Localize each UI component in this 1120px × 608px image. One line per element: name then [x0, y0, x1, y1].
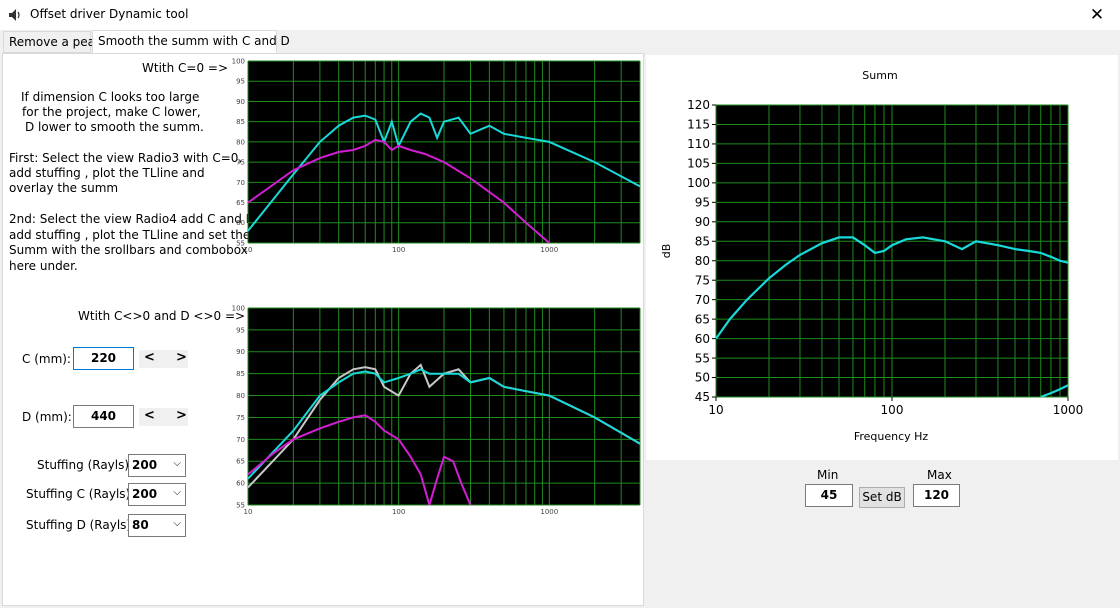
- window-title: Offset driver Dynamic tool: [30, 7, 189, 21]
- intro-line: D lower to smooth the summ.: [25, 120, 204, 134]
- y-tick-label: 85: [695, 234, 710, 248]
- y-tick-label: 70: [236, 179, 245, 187]
- y-tick-label: 105: [687, 157, 710, 171]
- y-tick-label: 100: [232, 305, 245, 312]
- y-tick-label: 65: [236, 458, 245, 466]
- y-tick-label: 100: [232, 58, 245, 65]
- instruction-line: 2nd: Select the view Radio4 add C and D,: [9, 212, 259, 226]
- y-tick-label: 80: [695, 254, 710, 268]
- y-tick-label: 75: [695, 273, 710, 287]
- y-tick-label: 80: [236, 138, 245, 146]
- plot-area: [715, 104, 1069, 398]
- instruction-line: add stuffing , plot the TLline and: [9, 166, 205, 180]
- y-tick-label: 90: [236, 348, 245, 356]
- y-tick-label: 70: [695, 293, 710, 307]
- scroll-right-icon[interactable]: >: [176, 408, 187, 423]
- y-tick-label: 60: [236, 480, 245, 488]
- stuffing-c-combobox[interactable]: 200 ⌵: [128, 483, 186, 506]
- max-label: Max: [927, 468, 952, 482]
- scroll-left-icon[interactable]: <: [144, 350, 155, 365]
- instruction-line: overlay the summ: [9, 181, 119, 195]
- scroll-right-icon[interactable]: >: [176, 350, 187, 365]
- first-instructions: First: Select the view Radio3 with C=0, …: [9, 151, 242, 196]
- chevron-down-icon[interactable]: ⌵: [173, 487, 181, 498]
- y-tick-label: 50: [695, 371, 710, 385]
- y-tick-label: 55: [695, 351, 710, 365]
- stuffing-label: Stuffing (Rayls):: [37, 458, 134, 472]
- x-tick-label: 100: [392, 508, 405, 516]
- y-tick-label: 90: [695, 215, 710, 229]
- min-label: Min: [817, 468, 839, 482]
- y-tick-label: 120: [687, 98, 710, 112]
- x-tick-label: 100: [881, 403, 904, 417]
- title-bar: Offset driver Dynamic tool ✕: [0, 0, 1120, 30]
- x-tick-label: 10: [244, 508, 253, 516]
- tab-smooth-the-summ[interactable]: Smooth the summ with C and D: [92, 30, 290, 53]
- x-tick-label: 10: [708, 403, 723, 417]
- y-tick-label: 75: [236, 414, 245, 422]
- stuffing-combobox[interactable]: 200 ⌵: [128, 454, 186, 477]
- y-tick-label: 65: [695, 312, 710, 326]
- stuffing-value: 200: [132, 458, 158, 472]
- chevron-down-icon[interactable]: ⌵: [173, 458, 181, 469]
- y-tick-label: 95: [236, 326, 245, 334]
- y-tick-label: 70: [236, 436, 245, 444]
- y-tick-label: 65: [236, 199, 245, 207]
- y-tick-label: 85: [236, 118, 245, 126]
- y-tick-label: 95: [695, 196, 710, 210]
- summ-chart: 120115110105100959085807570656055504510 1…: [660, 69, 1084, 443]
- y-tick-label: 80: [236, 392, 245, 400]
- stuffing-d-combobox[interactable]: 80 ⌵: [128, 514, 186, 537]
- y-tick-label: 100: [687, 176, 710, 190]
- plot-area: [247, 60, 641, 244]
- y-tick-label: 85: [236, 370, 245, 378]
- d-scrollbar[interactable]: < >: [139, 408, 188, 426]
- stuffing-c-value: 200: [132, 487, 158, 501]
- intro-line: for the project, make C lower,: [22, 105, 201, 119]
- instruction-line: add stuffing , plot the TLline and set t…: [9, 227, 251, 242]
- close-button[interactable]: ✕: [1074, 0, 1120, 30]
- instruction-line: First: Select the view Radio3 with C=0,: [9, 151, 243, 165]
- max-db-input[interactable]: 120: [913, 484, 960, 507]
- summ-title: Summ: [862, 69, 897, 82]
- intro-line: If dimension C looks too large: [21, 90, 200, 104]
- y-tick-label: 95: [236, 78, 245, 86]
- c-input[interactable]: 220: [73, 347, 134, 370]
- x-axis-label: Frequency Hz: [854, 430, 929, 443]
- y-tick-label: 115: [687, 118, 710, 132]
- d-input[interactable]: 440: [73, 405, 134, 428]
- stuffing-d-value: 80: [132, 518, 149, 532]
- plot-c0: 10095908580757065605510 100 1000: [232, 58, 641, 254]
- intro-text: If dimension C looks too large for the p…: [21, 90, 204, 135]
- c-scrollbar[interactable]: < >: [139, 350, 188, 368]
- min-db-input[interactable]: 45: [805, 484, 853, 507]
- x-tick-label: 1000: [540, 508, 558, 516]
- x-tick-label: 1000: [540, 246, 558, 254]
- y-tick-label: 110: [687, 137, 710, 151]
- instruction-line: here under.: [9, 258, 78, 273]
- x-tick-label: 100: [392, 246, 405, 254]
- x-tick-label: 10: [244, 246, 253, 254]
- stuffing-d-label: Stuffing D (Rayls):: [26, 518, 136, 532]
- instruction-line: Summ with the srollbars and combobox: [9, 243, 248, 257]
- label-with-cd: Wtith C<>0 and D <>0 =>: [78, 309, 246, 323]
- x-tick-label: 1000: [1053, 403, 1084, 417]
- label-with-c0: Wtith C=0 =>: [142, 61, 229, 75]
- set-db-button[interactable]: Set dB: [859, 487, 905, 508]
- speaker-icon: [9, 9, 20, 21]
- y-tick-label: 90: [236, 98, 245, 106]
- d-label: D (mm):: [22, 410, 72, 424]
- y-tick-label: 60: [236, 219, 245, 227]
- y-axis-label: dB: [660, 244, 673, 259]
- plot-cd: 10095908580757065605510 100 1000: [232, 305, 641, 516]
- y-tick-label: 60: [695, 332, 710, 346]
- c-label: C (mm):: [22, 352, 71, 366]
- plot-area: [247, 307, 641, 506]
- chevron-down-icon[interactable]: ⌵: [173, 518, 181, 529]
- stuffing-c-label: Stuffing C (Rayls):: [26, 487, 135, 501]
- second-instructions: 2nd: Select the view Radio4 add C and D,…: [9, 212, 259, 274]
- scroll-left-icon[interactable]: <: [144, 408, 155, 423]
- tab-remove-a-peak[interactable]: Remove a peak: [3, 31, 102, 53]
- y-tick-label: 75: [236, 159, 245, 167]
